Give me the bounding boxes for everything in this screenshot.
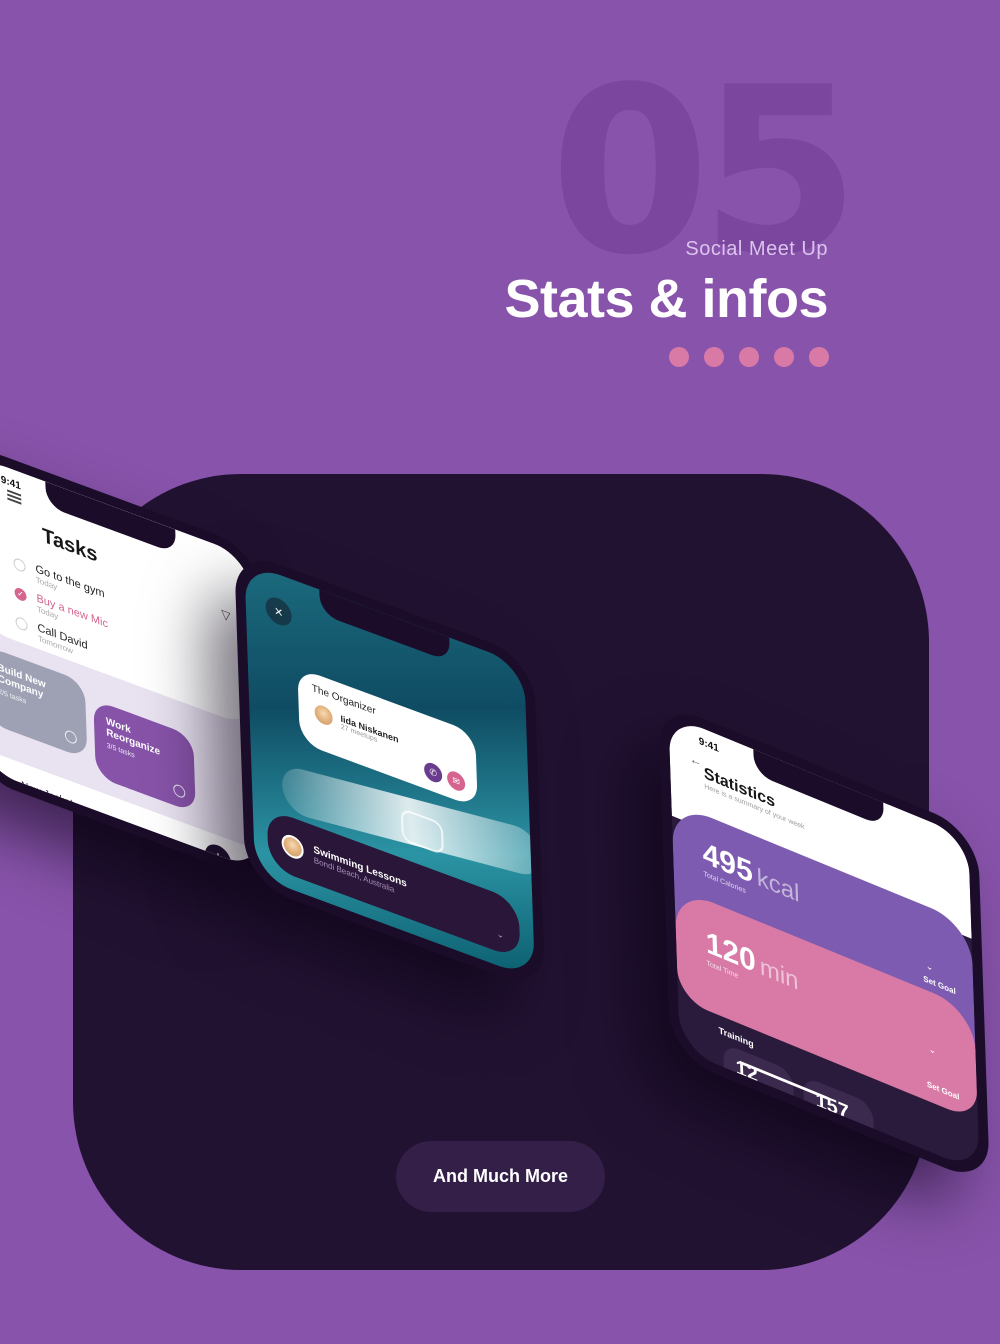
task-checkbox[interactable] (13, 556, 26, 574)
set-goal-button[interactable]: Set Goal (927, 1079, 960, 1101)
task-checkbox-checked[interactable]: ✓ (14, 586, 27, 603)
chevron-down-icon[interactable]: ⌄ (926, 960, 934, 974)
pagination-dot[interactable] (774, 347, 794, 367)
filter-icon[interactable]: ▽ (221, 606, 231, 624)
chevron-down-icon[interactable]: ⌄ (496, 928, 504, 942)
back-arrow-icon[interactable]: ← (689, 751, 701, 770)
avatar (312, 699, 336, 731)
pagination-dot[interactable] (669, 347, 689, 367)
progress-ring-icon (64, 728, 78, 746)
pagination-dot[interactable] (809, 347, 829, 367)
avatar (281, 831, 305, 863)
training-label: Training (718, 1024, 754, 1050)
close-button[interactable]: × (265, 593, 293, 630)
task-checkbox[interactable] (15, 615, 28, 633)
section-subtitle: Social Meet Up (685, 238, 828, 260)
and-much-more-button[interactable]: And Much More (396, 1141, 605, 1212)
pagination-dots (669, 347, 829, 367)
page-title: Stats & infos (504, 269, 828, 329)
footer-task[interactable]: New Jacket (21, 780, 73, 810)
pagination-dot[interactable] (704, 347, 724, 367)
pagination-dot[interactable] (739, 347, 759, 367)
progress-ring-icon (173, 782, 186, 800)
